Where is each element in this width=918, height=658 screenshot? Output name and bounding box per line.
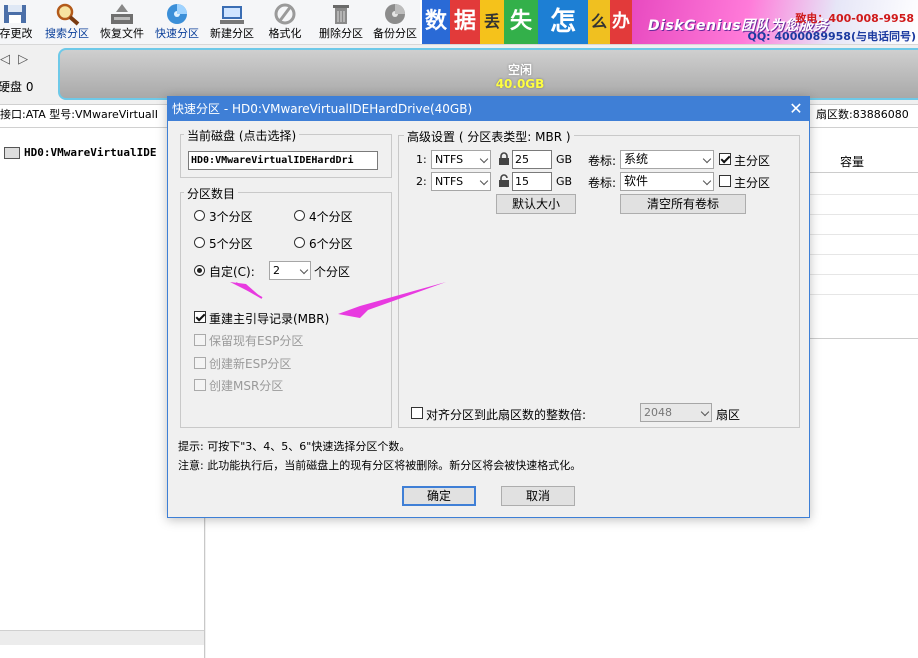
annotation-arrows	[230, 282, 446, 318]
annotation-arrow	[338, 282, 446, 318]
annotation-arrow-line	[235, 282, 263, 299]
